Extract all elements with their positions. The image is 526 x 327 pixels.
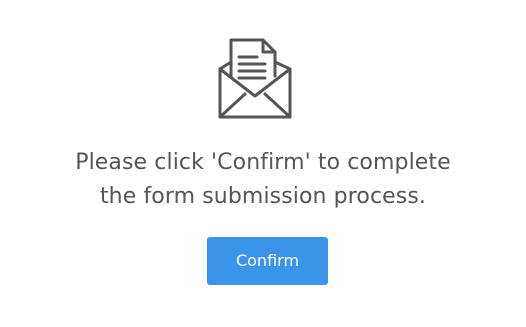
message-line-1: Please click 'Confirm' to complete <box>75 150 451 175</box>
confirmation-message: Please click 'Confirm' to complete the f… <box>0 146 526 214</box>
form-submission-confirmation: Please click 'Confirm' to complete the f… <box>0 0 526 327</box>
confirm-button[interactable]: Confirm <box>207 237 328 285</box>
envelope-with-document-icon <box>217 36 293 121</box>
message-line-2: the form submission process. <box>99 184 427 209</box>
